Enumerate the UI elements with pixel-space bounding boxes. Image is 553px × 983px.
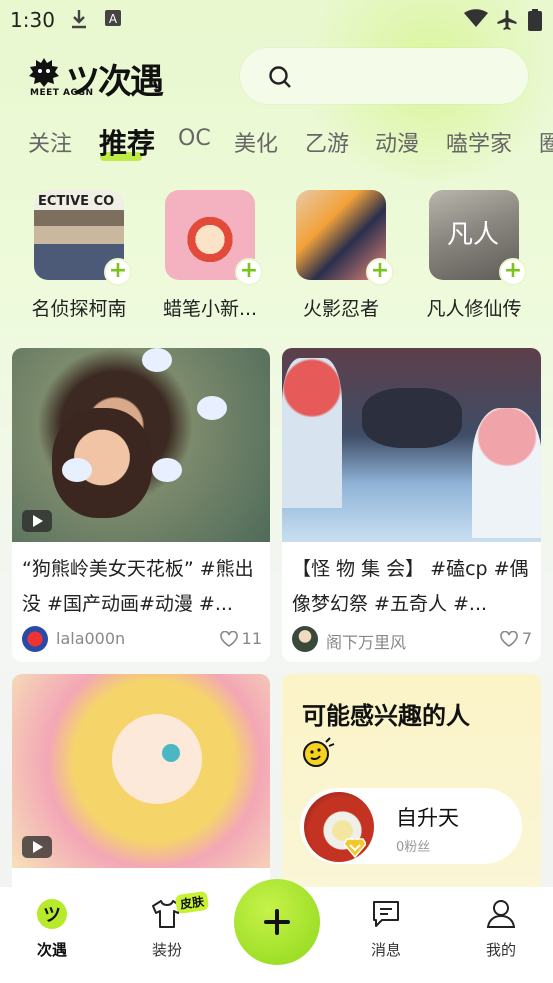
recommended-user[interactable]: 自升天 0粉丝 [300,788,522,864]
nav-label: 装扮 [151,941,182,959]
verified-badge-icon [344,838,366,858]
download-icon [72,10,86,29]
like-count[interactable]: 11 [219,629,262,648]
post-card[interactable] [12,674,270,914]
nav-label: 次遇 [36,941,67,959]
search-bar[interactable] [240,48,528,104]
topic-name: 凡人修仙传 [426,298,522,320]
tab-otome-games[interactable]: 乙游 [305,126,349,158]
topic-item[interactable]: ECTIVE CO + 名侦探柯南 [14,190,144,321]
recommend-title: 可能感兴趣的人 [302,702,470,730]
video-play-icon [22,510,52,532]
home-logo-icon: ツ [37,899,67,929]
heart-icon [500,630,518,647]
avatar[interactable] [292,626,318,652]
post-author[interactable]: lala000n 11 [22,626,262,654]
logo-mascot-icon [29,58,59,87]
logo-title: ツ次遇 [66,62,164,102]
recommend-users-card: 可能感兴趣的人 自升天 0粉丝 [282,674,541,914]
add-topic-icon[interactable]: + [499,258,527,286]
topic-name: 名侦探柯南 [31,298,127,320]
post-text: 【怪 物 集 会】 #磕cp #偶像梦幻祭 #五奇人 #... [292,558,529,615]
like-count[interactable]: 7 [500,629,532,648]
add-topic-icon[interactable]: + [104,258,132,286]
user-icon [486,900,516,928]
tab-recommend[interactable]: 推荐 [99,122,155,162]
recommended-user-fans: 0粉丝 [396,840,431,855]
status-time: 1:30 [10,8,55,32]
post-image [282,348,541,542]
post-text: “狗熊岭美女天花板” #熊出没 #国产动画#动漫 #... [22,558,254,615]
author-name: lala000n [56,629,126,648]
video-play-icon [22,836,52,858]
app-logo: MEET ACGN ツ次遇 [26,52,176,102]
heart-icon [219,630,238,647]
topic-thumbnail: ECTIVE CO + [34,190,132,286]
status-bar: 1:30 A [0,0,553,38]
tab-oc[interactable]: OC [178,126,211,151]
post-image [12,674,270,868]
topic-item[interactable]: + 蜡笔小新... [145,190,275,321]
font-a-icon: A [105,10,121,26]
nav-label: 消息 [370,941,401,959]
post-image [12,348,270,542]
message-icon [373,901,399,927]
post-card[interactable]: “狗熊岭美女天花板” #熊出没 #国产动画#动漫 #... lala000n 1… [12,348,270,662]
topic-thumbnail: + [296,190,394,286]
category-tabs: 关注 推荐 OC 美化 乙游 动漫 嗑学家 圈 [0,120,553,164]
post-card[interactable]: 【怪 物 集 会】 #磕cp #偶像梦幻祭 #五奇人 #... 阁下万里风 7 [282,348,541,662]
add-topic-icon[interactable]: + [366,258,394,286]
battery-icon [528,9,542,31]
topic-thumbnail: + [165,190,263,286]
nav-label: 我的 [485,941,516,959]
avatar[interactable] [22,626,48,652]
tab-shipping[interactable]: 嗑学家 [446,126,512,158]
svg-text:ツ: ツ [43,905,61,926]
author-name: 阁下万里风 [326,633,407,652]
tab-beautify[interactable]: 美化 [234,126,278,158]
search-icon [269,66,291,88]
recommended-user-name: 自升天 [396,806,459,830]
topic-thumbnail: 凡人 + [429,190,527,286]
post-author[interactable]: 阁下万里风 7 [292,626,532,654]
nav-item-profile[interactable]: 我的 [461,897,541,960]
airplane-icon [497,10,517,30]
wifi-icon [464,9,488,27]
add-topic-icon[interactable]: + [235,258,263,286]
topic-item[interactable]: 凡人 + 凡人修仙传 [409,190,539,321]
create-post-button[interactable] [234,879,320,965]
svg-text:A: A [109,12,118,26]
tab-anime[interactable]: 动漫 [375,126,419,158]
topic-item[interactable]: + 火影忍者 [276,190,406,321]
topic-name: 火影忍者 [302,298,379,320]
smile-face-icon [303,737,335,767]
tab-follow[interactable]: 关注 [28,126,72,158]
tab-circle[interactable]: 圈 [539,126,553,158]
topic-name: 蜡笔小新... [162,298,258,320]
nav-item-messages[interactable]: 消息 [346,897,426,960]
nav-item-home[interactable]: ツ 次遇 [12,897,92,960]
